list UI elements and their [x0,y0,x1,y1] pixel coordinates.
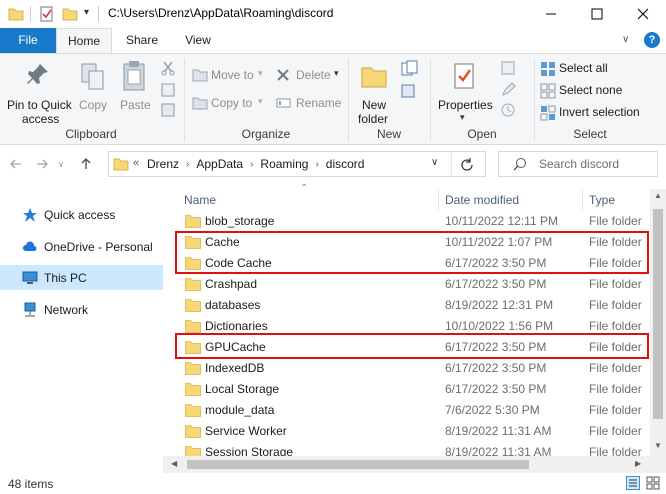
file-row[interactable]: Service Worker 8/19/2022 11:31 AM File fol… [177,421,650,442]
file-date-modified: 10/11/2022 12:11 PM [445,214,558,228]
file-date-modified: 7/6/2022 5:30 PM [445,403,540,417]
horizontal-scroll-thumb[interactable] [187,460,529,469]
folder-icon [185,320,201,333]
file-row[interactable]: blob_storage 10/11/2022 12:11 PM File fold… [177,211,650,232]
file-row[interactable]: databases 8/19/2022 12:31 PM File folder [177,295,650,316]
file-row[interactable]: Local Storage 6/17/2022 3:50 PM File folde… [177,379,650,400]
file-row[interactable]: IndexedDB 6/17/2022 3:50 PM File folder [177,358,650,379]
scroll-right-icon[interactable]: ▶ [635,459,641,468]
file-name: databases [205,298,261,312]
file-type: File folder [589,403,642,417]
scroll-left-icon[interactable]: ◀ [171,459,177,468]
file-date-modified: 6/17/2022 3:50 PM [445,382,547,396]
folder-icon [185,446,201,456]
folder-icon [185,383,201,396]
file-name: Local Storage [205,382,280,396]
folder-icon [185,362,201,375]
file-type: File folder [589,445,642,456]
file-name: blob_storage [205,214,275,228]
file-row[interactable]: module_data 7/6/2022 5:30 PM File folder [177,400,650,421]
item-count: 48 items [8,477,54,491]
file-name: Crashpad [205,277,258,291]
file-date-modified: 10/10/2022 1:56 PM [445,319,554,333]
folder-icon [185,278,201,291]
file-name: Session Storage [205,445,294,456]
folder-icon [185,404,201,417]
file-type: File folder [589,277,642,291]
vertical-scroll-thumb[interactable] [653,209,663,419]
file-row[interactable]: Session Storage 8/19/2022 11:31 AM File fo… [177,442,650,456]
highlight-box-gpucache [175,333,649,359]
folder-icon [185,425,201,438]
status-bar: 48 items [0,473,666,494]
file-name: IndexedDB [205,361,265,375]
file-date-modified: 8/19/2022 11:31 AM [445,445,552,456]
file-name: module_data [205,403,275,417]
folder-icon [185,299,201,312]
file-type: File folder [589,361,642,375]
file-date-modified: 8/19/2022 11:31 AM [445,424,552,438]
file-type: File folder [589,214,642,228]
file-name: Dictionaries [205,319,268,333]
file-date-modified: 6/17/2022 3:50 PM [445,277,547,291]
file-type: File folder [589,424,642,438]
file-list: blob_storage 10/11/2022 12:11 PM File fold… [0,0,650,456]
large-icons-view-icon[interactable] [646,476,660,490]
file-name: Service Worker [205,424,287,438]
scroll-up-icon[interactable]: ▲ [654,191,662,200]
file-date-modified: 6/17/2022 3:50 PM [445,361,547,375]
details-view-icon[interactable] [626,476,640,490]
file-type: File folder [589,319,642,333]
file-row[interactable]: Crashpad 6/17/2022 3:50 PM File folder [177,274,650,295]
folder-icon [185,215,201,228]
horizontal-scrollbar[interactable]: ◀ ▶ [163,456,666,473]
scroll-down-icon[interactable]: ▼ [654,441,662,450]
highlight-box-cache [175,231,649,274]
file-type: File folder [589,382,642,396]
file-date-modified: 8/19/2022 12:31 PM [445,298,554,312]
vertical-scrollbar[interactable]: ▲ ▼ [650,189,666,456]
file-type: File folder [589,298,642,312]
